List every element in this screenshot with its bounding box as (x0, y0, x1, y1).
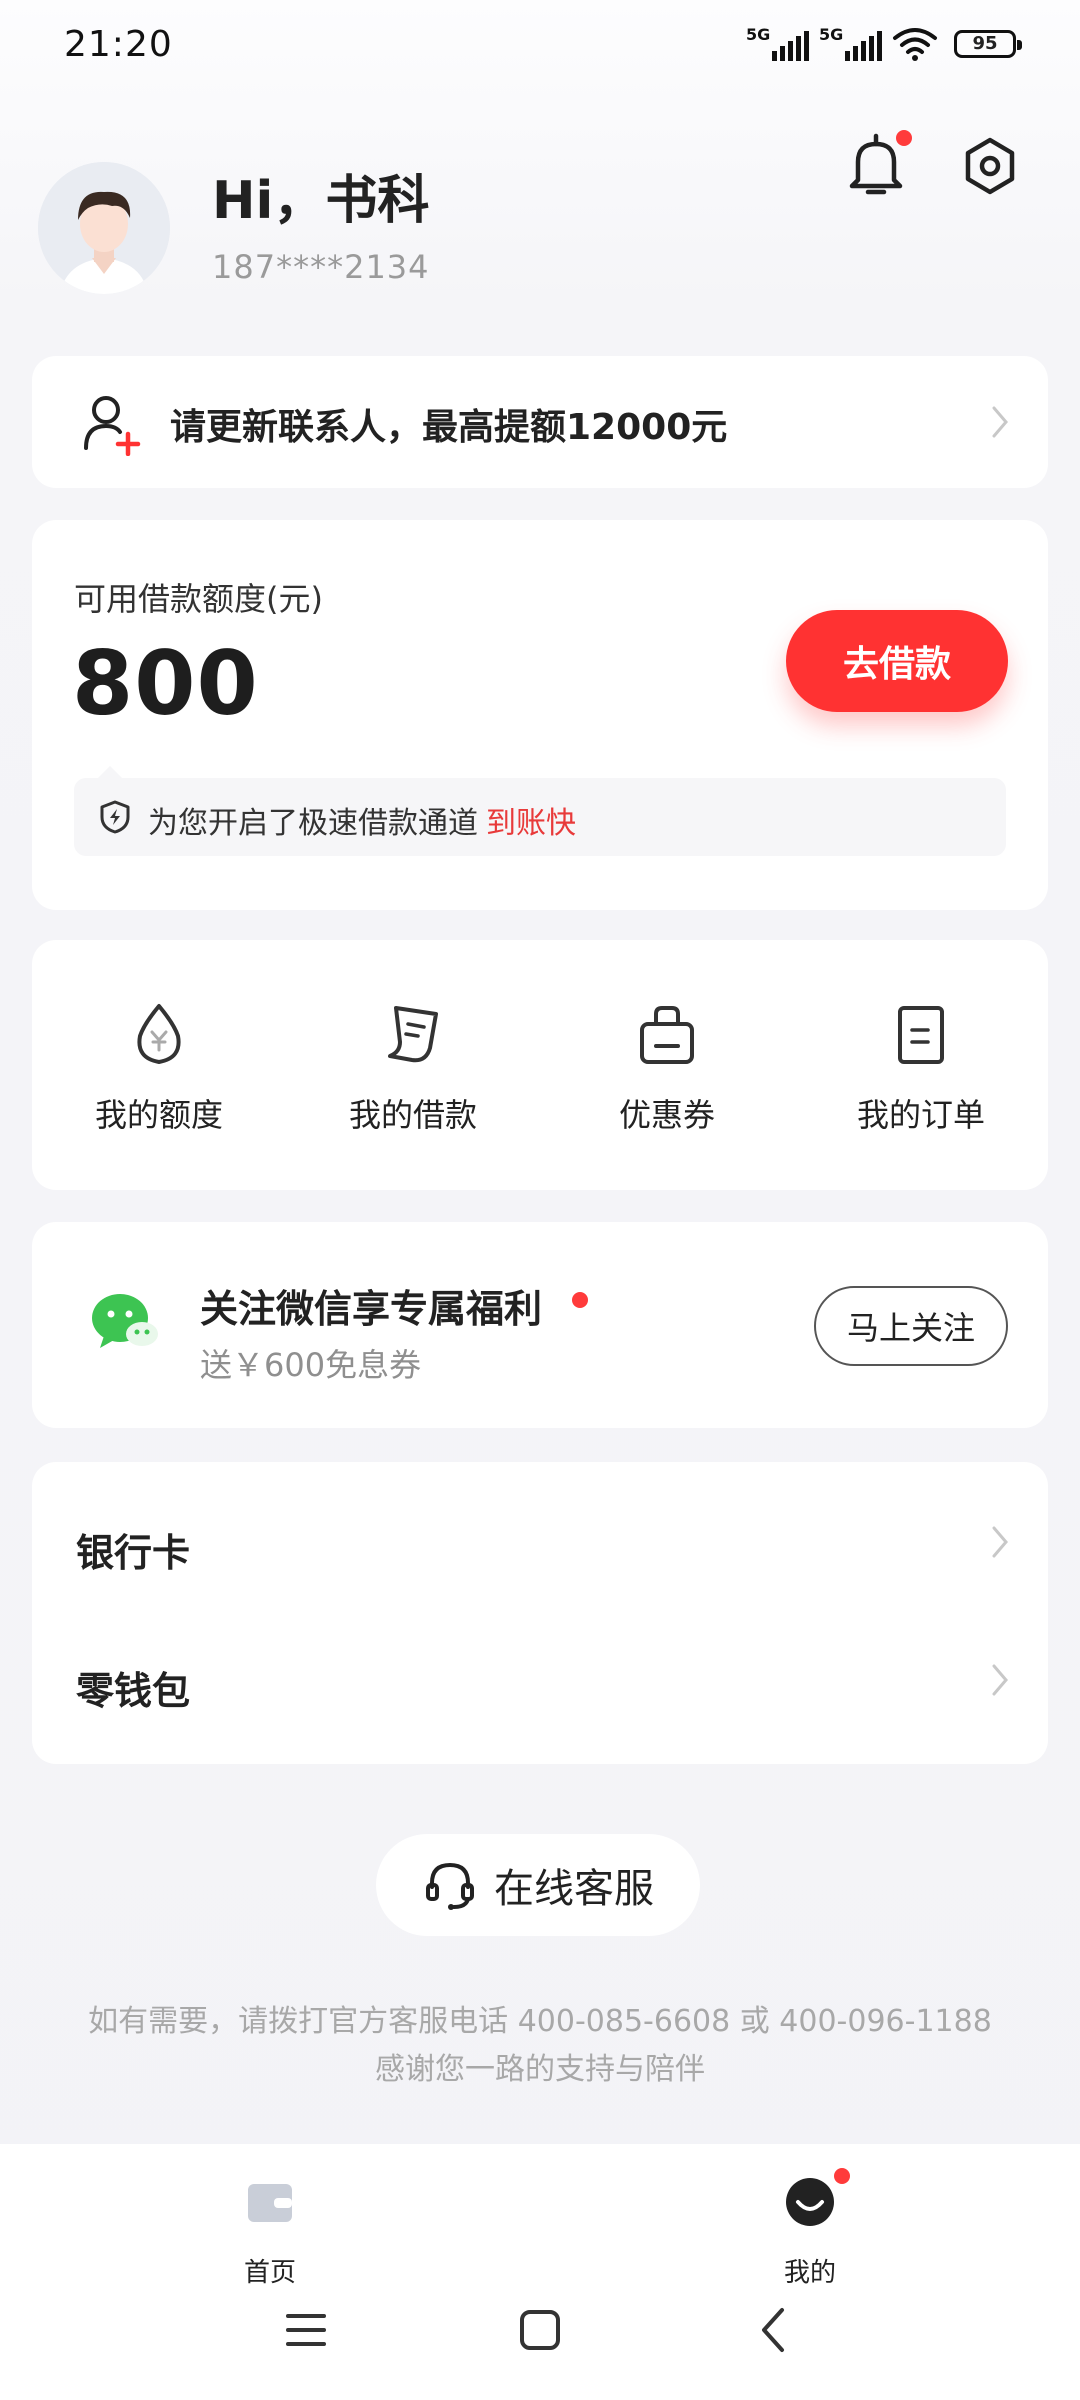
battery-icon: 95 (954, 30, 1022, 58)
chevron-right-icon (992, 1664, 1008, 1696)
thanks-text: 感谢您一路的支持与陪伴 (375, 2052, 705, 2087)
profile-header: Hi，书科 187****2134 (0, 130, 1080, 310)
menu-label: 我的额度 (94, 1096, 223, 1134)
quick-menu: 我的额度 我的借款 优惠券 我的订单 (32, 940, 1048, 1190)
update-contact-banner[interactable]: 请更新联系人，最高提额12000元 (32, 356, 1048, 488)
follow-now-button[interactable]: 马上关注 (814, 1286, 1008, 1366)
menu-item-quota[interactable]: 我的额度 (32, 940, 286, 1190)
menu-label: 我的订单 (856, 1096, 985, 1134)
list-item-label: 零钱包 (76, 1669, 191, 1713)
order-document-icon (898, 1006, 944, 1064)
online-service-label: 在线客服 (494, 1866, 654, 1912)
menu-icon[interactable] (276, 2300, 336, 2360)
wechat-icon (92, 1294, 158, 1348)
borrow-button[interactable]: 去借款 (786, 610, 1008, 712)
profile-face-icon (786, 2178, 834, 2226)
notification-dot (896, 130, 912, 146)
account-list: 银行卡 零钱包 (32, 1462, 1048, 1764)
signal-icon: 5G (746, 25, 809, 61)
tip-text: 为您开启了极速借款通道 到账快 (148, 798, 576, 842)
tab-mine[interactable]: 我的 (710, 2166, 910, 2296)
shield-lightning-icon (100, 800, 130, 834)
settings-icon[interactable] (960, 136, 1020, 196)
signal-label: 5G (819, 25, 844, 44)
status-time: 21:20 (64, 24, 173, 65)
add-contact-icon (84, 396, 141, 456)
wechat-title: 关注微信享专属福利 (200, 1287, 543, 1331)
tab-badge-dot (834, 2168, 850, 2184)
home-wallet-icon (248, 2184, 292, 2222)
headset-icon (426, 1862, 474, 1910)
bottom-tab-bar: 首页 我的 (0, 2144, 1080, 2400)
tab-home[interactable]: 首页 (170, 2166, 370, 2296)
signal-label: 5G (746, 25, 771, 44)
menu-label: 我的借款 (348, 1096, 477, 1134)
online-service-button[interactable]: 在线客服 (376, 1834, 700, 1936)
status-icons: 5G 5G 95 (746, 25, 1022, 62)
list-item-label: 银行卡 (76, 1531, 191, 1575)
coupon-bag-icon (640, 1006, 694, 1064)
chevron-right-icon (992, 406, 1008, 438)
new-badge-dot (572, 1292, 588, 1308)
tab-label: 我的 (783, 2258, 836, 2288)
quota-drop-icon (137, 1004, 181, 1064)
greeting: Hi，书科 (212, 171, 430, 231)
wechat-subtitle: 送￥600免息券 (200, 1346, 422, 1384)
phone-number: 187****2134 (212, 248, 430, 286)
loan-receipt-icon (388, 1006, 438, 1063)
list-item-bank-card[interactable]: 银行卡 (32, 1474, 1048, 1612)
avatar[interactable] (38, 162, 170, 294)
wechat-follow-card: 关注微信享专属福利 送￥600免息券 马上关注 (32, 1222, 1048, 1428)
list-item-wallet[interactable]: 零钱包 (32, 1612, 1048, 1750)
credit-label: 可用借款额度(元) (74, 580, 323, 618)
hotline-text: 如有需要，请拨打官方客服电话 400-085-6608 或 400-096-11… (88, 2004, 992, 2039)
tab-label: 首页 (243, 2258, 296, 2288)
back-icon[interactable] (744, 2300, 804, 2360)
credit-card: 可用借款额度(元) 800 去借款 为您开启了极速借款通道 到账快 (32, 520, 1048, 910)
tip-main-text: 为您开启了极速借款通道 (148, 806, 478, 841)
status-bar: 21:20 5G 5G 95 (0, 0, 1080, 90)
menu-item-coupons[interactable]: 优惠券 (540, 940, 794, 1190)
menu-item-loans[interactable]: 我的借款 (286, 940, 540, 1190)
contact-banner-text: 请更新联系人，最高提额12000元 (170, 407, 728, 448)
chevron-right-icon (992, 1526, 1008, 1558)
fast-loan-tip: 为您开启了极速借款通道 到账快 (74, 766, 1006, 856)
menu-item-orders[interactable]: 我的订单 (794, 940, 1048, 1190)
home-square-icon[interactable] (510, 2300, 570, 2360)
credit-amount: 800 (72, 632, 259, 735)
signal-icon: 5G (819, 25, 882, 61)
tip-highlight: 到账快 (486, 806, 576, 841)
menu-label: 优惠券 (618, 1096, 715, 1134)
wifi-icon (893, 28, 937, 61)
